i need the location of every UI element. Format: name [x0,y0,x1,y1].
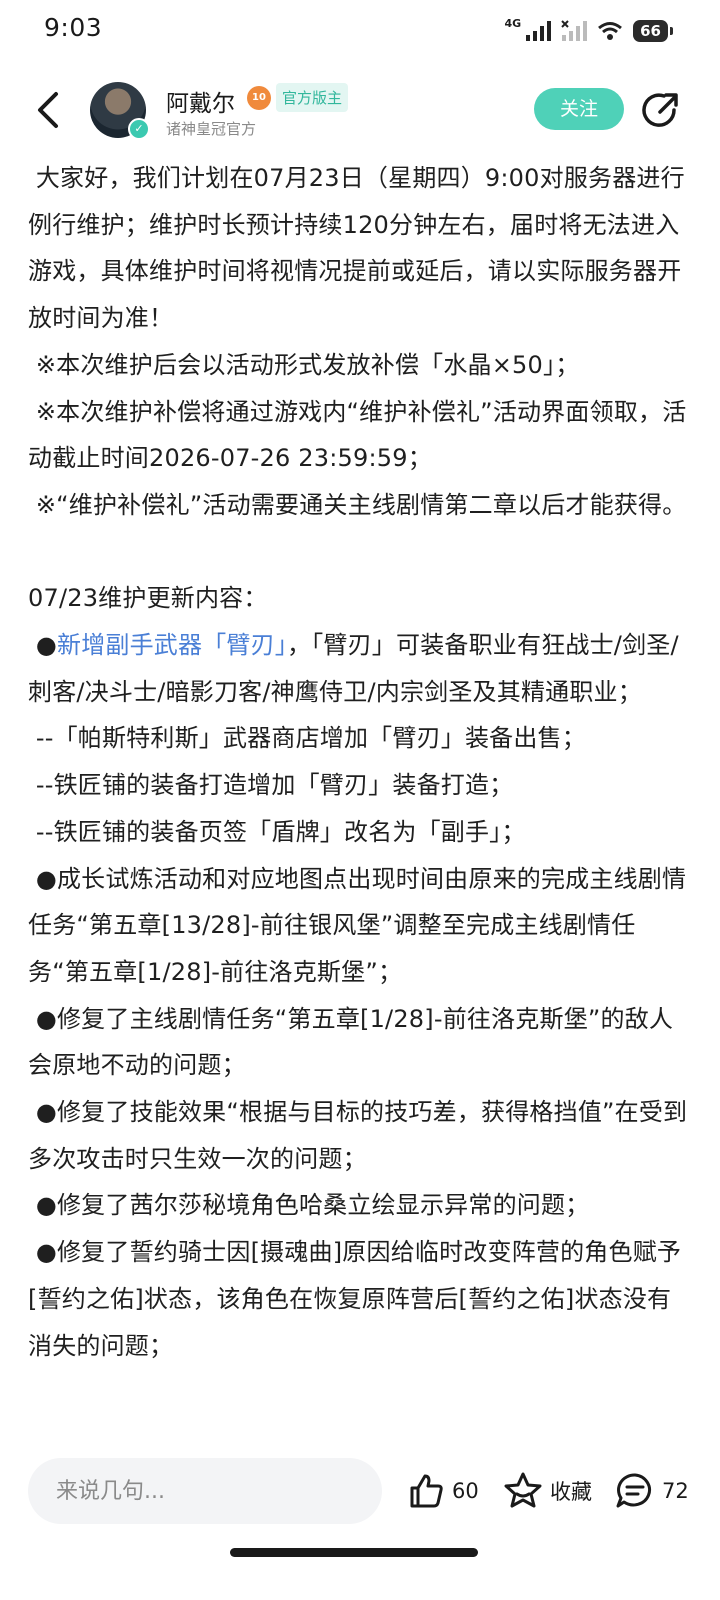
paragraph-intro: 大家好，我们计划在07月23日（星期四）9:00对服务器进行例行维护；维护时长预… [28,164,685,333]
paragraph-update: --铁匠铺的装备打造增加「臂刃」装备打造； [28,771,514,800]
paragraph-update: --「帕斯特利斯」武器商店增加「臂刃」装备出售； [28,724,586,753]
author-name[interactable]: 阿戴尔 [166,84,235,118]
post-content: 大家好，我们计划在07月23日（星期四）9:00对服务器进行例行维护；维护时长预… [28,155,688,1440]
favorite-label: 收藏 [550,1480,592,1504]
paragraph-update: ●修复了誓约骑士因[摄魂曲]原因给临时改变阵营的角色赋予[誓约之佑]状态，该角色… [28,1238,682,1360]
author-subtitle: 诸神皇冠官方 [166,120,257,138]
signal-icon [526,21,552,41]
paragraph-note: ※“维护补偿礼”活动需要通关主线剧情第二章以后才能获得。 [28,490,687,519]
paragraph-note: ※本次维护后会以活动形式发放补偿「水晶×50」； [28,350,580,379]
share-icon[interactable] [640,90,682,132]
avatar[interactable]: ✓ [90,82,150,140]
comment-bubble-icon [616,1473,651,1508]
network-type: 4G [504,16,522,30]
status-time: 9:03 [44,13,103,42]
wifi-icon [598,22,623,40]
comment-count: 72 [662,1479,689,1503]
paragraph-update: ●成长试炼活动和对应地图点出现时间由原来的完成主线剧情任务“第五章[13/28]… [28,864,687,986]
verified-icon: ✓ [128,118,150,140]
star-icon [504,1472,542,1508]
comment-button[interactable]: 72 [614,1468,689,1514]
paragraph-update: ●新增副手武器「臂刃」，「臂刃」可装备职业有狂战士/剑圣/刺客/决斗士/暗影刀客… [28,622,688,715]
like-count: 60 [452,1479,479,1503]
level-badge: 10 [247,86,271,110]
paragraph-note: ※本次维护补偿将通过游戏内“维护补偿礼”活动界面领取，活动截止时间2026-07… [28,397,687,473]
comment-input[interactable] [28,1458,382,1524]
follow-button[interactable]: 关注 [534,88,624,130]
paragraph-update: ●修复了茜尔莎秘境角色哈桑立绘显示异常的问题； [28,1191,590,1220]
home-indicator[interactable] [230,1548,478,1557]
battery-indicator: 66 [633,20,673,42]
back-arrow-icon[interactable] [28,88,68,132]
signal-no-service-icon [561,20,588,41]
post-header: ✓ 阿戴尔 10 官方版主 诸神皇冠官方 关注 [0,68,720,154]
paragraph-update: ●修复了主线剧情任务“第五章[1/28]-前往洛克斯堡”的敌人会原地不动的问题； [28,1004,674,1080]
status-icons: 4G 66 [504,14,673,48]
bottom-bar: 60 收藏 72 [0,1442,720,1600]
role-tag: 官方版主 [276,83,349,112]
arm-blade-link[interactable]: 新增副手武器「臂刃」 [57,631,287,659]
bullet: ● [28,631,57,660]
section-heading: 07/23维护更新内容： [28,584,268,613]
paragraph-update: --铁匠铺的装备页签「盾牌」改名为「副手」； [28,817,526,846]
content-fade [0,1400,720,1442]
thumbs-up-icon [410,1474,443,1508]
status-bar: 9:03 4G 66 [0,0,720,60]
favorite-button[interactable]: 收藏 [502,1468,592,1514]
like-button[interactable]: 60 [406,1468,479,1514]
paragraph-update: ●修复了技能效果“根据与目标的技巧差，获得格挡值”在受到多次攻击时只生效一次的问… [28,1098,688,1173]
